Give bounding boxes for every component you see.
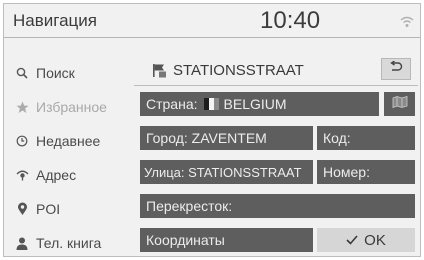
map-icon — [392, 95, 408, 113]
clock: 10:40 — [260, 7, 321, 34]
sidebar-item-label: POI — [36, 201, 61, 217]
map-button[interactable] — [384, 92, 415, 116]
country-field[interactable]: Страна: BELGIUM — [140, 92, 379, 116]
intersection-field[interactable]: Перекресток: — [140, 194, 415, 218]
intersection-text: Перекресток: — [146, 198, 233, 214]
sidebar-item-phonebook[interactable]: Тел. книга — [14, 232, 101, 254]
clock-icon — [14, 135, 30, 147]
coordinates-text: Координаты — [146, 232, 225, 248]
back-arrow-icon — [389, 60, 403, 78]
sidebar-item-label: Адрес — [36, 167, 77, 183]
sidebar-item-label: Поиск — [36, 65, 75, 81]
ok-button[interactable]: OK — [317, 228, 415, 252]
sidebar-item-label: Избранное — [36, 99, 107, 115]
destination-name: STATIONSSTRAAT — [152, 62, 304, 79]
nav-screen: Навигация 10:40 Поиск Избранное Недавнее… — [3, 3, 421, 257]
star-icon — [14, 101, 30, 114]
belgium-flag-icon — [203, 98, 219, 110]
city-field[interactable]: Город: ZAVENTEM — [140, 126, 313, 150]
destination-bar: STATIONSSTRAAT — [134, 54, 418, 86]
destination-flag-icon — [152, 63, 167, 78]
sidebar-item-favorites[interactable]: Избранное — [14, 96, 107, 118]
country-label: Страна: — [146, 96, 198, 112]
sidebar-item-label: Тел. книга — [36, 235, 102, 251]
sidebar-item-poi[interactable]: POI — [14, 198, 60, 220]
street-field[interactable]: Улица: STATIONSSTRAAT — [140, 160, 313, 184]
sidebar-item-address[interactable]: Адрес — [14, 164, 76, 186]
postcode-field[interactable]: Код: — [317, 126, 415, 150]
wifi-icon — [400, 15, 414, 33]
back-button[interactable] — [381, 58, 411, 80]
house-number-text: Номер: — [323, 164, 370, 180]
country-value: BELGIUM — [223, 96, 287, 112]
house-number-field[interactable]: Номер: — [317, 160, 415, 184]
city-text: Город: ZAVENTEM — [146, 130, 267, 146]
sidebar-item-search[interactable]: Поиск — [14, 62, 75, 84]
sidebar-item-recent[interactable]: Недавнее — [14, 130, 100, 152]
checkmark-icon — [346, 235, 358, 245]
postcode-text: Код: — [323, 130, 351, 146]
header-bar: Навигация 10:40 — [4, 4, 420, 38]
app-title: Навигация — [13, 11, 97, 30]
search-icon — [14, 67, 30, 79]
ok-label: OK — [364, 231, 386, 249]
person-icon — [14, 237, 30, 250]
address-icon — [14, 169, 30, 181]
sidebar-item-label: Недавнее — [36, 133, 101, 149]
pin-icon — [14, 202, 30, 216]
coordinates-button[interactable]: Координаты — [140, 228, 313, 252]
destination-name-text: STATIONSSTRAAT — [173, 62, 304, 79]
street-text: Улица: STATIONSSTRAAT — [144, 164, 302, 180]
